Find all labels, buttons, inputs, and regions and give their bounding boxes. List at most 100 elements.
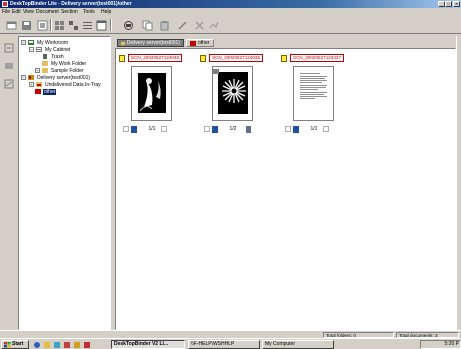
system-tray: 5:20 P [420,340,461,349]
document-title: SCN_20020527124046 [119,54,185,62]
tray-icon [35,89,41,94]
tab-other[interactable]: other [186,39,214,47]
folder-icon [42,68,48,73]
document-icon [281,54,287,62]
folder-tree: − My Workroom − My Cabinet Trash My Work… [18,36,111,330]
tree-item-trash[interactable]: Trash [42,53,65,60]
menu-edit[interactable]: Edit [12,9,21,15]
app-icon[interactable] [64,341,70,348]
document-thumbnail[interactable] [293,66,334,121]
large-icons-view-icon[interactable] [67,19,79,31]
app-icon [2,1,8,7]
menu-view[interactable]: View [23,9,34,15]
expand-toggle-icon[interactable]: + [29,82,34,87]
scan-icon[interactable] [122,19,134,31]
transfer-icon[interactable] [207,19,219,31]
desktop-icon[interactable] [54,341,60,348]
document-footer: 1/2 [204,124,266,134]
in-tray-icon [36,82,42,87]
next-page-icon[interactable] [323,126,329,132]
menu-section[interactable]: Section [61,9,78,15]
scanner-icon[interactable] [3,60,14,71]
document-title: SCN_20020527123437 [281,54,347,62]
side-toolbar [0,34,17,330]
page-icon [212,125,218,133]
title-bar: DeskTopBinder Lite - Delivery server(tes… [0,0,461,8]
properties-icon[interactable] [53,19,65,31]
document-view: SCN_20020527124046 1/1 SCN_2002052712403… [115,48,456,330]
maximize-button[interactable]: □ [445,1,452,7]
workroom-icon [28,40,34,45]
taskbar: Start DeskTopBinder V2 Li... \\F-HELP\WS… [0,338,461,349]
document-thumbnail[interactable] [212,66,253,121]
app-icon[interactable] [74,341,80,348]
prev-page-icon[interactable] [285,126,291,132]
document-card[interactable]: SCN_20020527123437 1/1 [281,54,347,134]
tab-delivery-server[interactable]: Delivery server(test001) [117,39,184,47]
next-page-icon[interactable] [246,125,251,133]
windows-logo-icon [4,341,11,347]
tree-item-my-workroom[interactable]: − My Workroom [21,39,69,46]
tray-icon [190,40,196,46]
folder-icon [42,61,48,66]
app-icon[interactable] [84,341,90,348]
expand-toggle-icon[interactable]: + [35,68,40,73]
list-view-icon[interactable] [81,19,93,31]
tree-item-my-cabinet[interactable]: − My Cabinet [29,46,71,53]
taskbar-item-my-computer[interactable]: My Computer [262,340,334,349]
tree-item-undelivered[interactable]: + Undelivered Data In-Tray [29,81,102,88]
page-indicator: 1/1 [310,126,318,132]
send-icon[interactable] [3,78,14,89]
document-footer: 1/1 [123,124,185,134]
tree-item-delivery-server[interactable]: − Delivery server(test001) [21,74,91,81]
import-icon[interactable] [3,42,14,53]
menu-document[interactable]: Document [36,9,59,15]
cabinet-icon [36,47,42,52]
start-button[interactable]: Start [1,340,29,349]
save-icon[interactable] [20,19,32,31]
document-title: SCN_20020527124035 [200,54,266,62]
page-indicator: 1/2 [229,126,237,132]
menu-file[interactable]: File [2,9,10,15]
taskbar-item-network-folder[interactable]: \\F-HELP\WSHHLP [188,340,260,349]
menu-tools[interactable]: Tools [83,9,95,15]
breadcrumb-tabs: Delivery server(test001) other [115,38,456,48]
prev-page-icon[interactable] [123,126,129,132]
ie-icon[interactable] [34,341,40,348]
details-view-icon[interactable] [95,19,107,31]
page-indicator: 1/1 [148,126,156,132]
document-card[interactable]: SCN_20020527124035 1/2 [200,54,266,134]
document-icon [200,54,206,62]
server-icon [28,75,34,80]
print-icon[interactable] [36,19,48,31]
clock[interactable]: 5:20 P [445,342,459,347]
prev-page-icon[interactable] [204,126,210,132]
cut-icon[interactable] [176,19,188,31]
quick-launch [34,341,106,348]
close-button[interactable]: × [453,1,460,7]
menu-bar: File Edit View Document Section Tools He… [0,8,461,16]
copy-icon[interactable] [141,19,153,31]
vertical-scrollbar[interactable] [456,36,461,330]
collapse-toggle-icon[interactable]: − [21,40,26,45]
new-document-icon[interactable] [5,19,17,31]
server-icon [121,41,125,45]
next-page-icon[interactable] [161,126,167,132]
tree-item-my-work-folder[interactable]: My Work Folder [42,60,87,67]
tree-item-sample-folder[interactable]: + Sample Folder [35,67,85,74]
document-icon [119,54,125,62]
collapse-toggle-icon[interactable]: − [29,47,34,52]
tools-icon[interactable] [193,19,205,31]
window-title: DeskTopBinder Lite - Delivery server(tes… [10,1,132,7]
paste-icon[interactable] [158,19,170,31]
document-thumbnail[interactable] [131,66,172,121]
trash-icon [43,54,47,59]
status-bar: Total folders: 0 Total documents: 3 [0,330,461,338]
minimize-button[interactable]: _ [438,1,445,7]
outlook-icon[interactable] [44,341,50,348]
taskbar-item-desktopbinder[interactable]: DeskTopBinder V2 Li... [111,340,185,349]
menu-help[interactable]: Help [101,9,111,15]
document-card[interactable]: SCN_20020527124046 1/1 [119,54,185,134]
collapse-toggle-icon[interactable]: − [21,75,26,80]
tree-item-other[interactable]: other [35,88,57,95]
